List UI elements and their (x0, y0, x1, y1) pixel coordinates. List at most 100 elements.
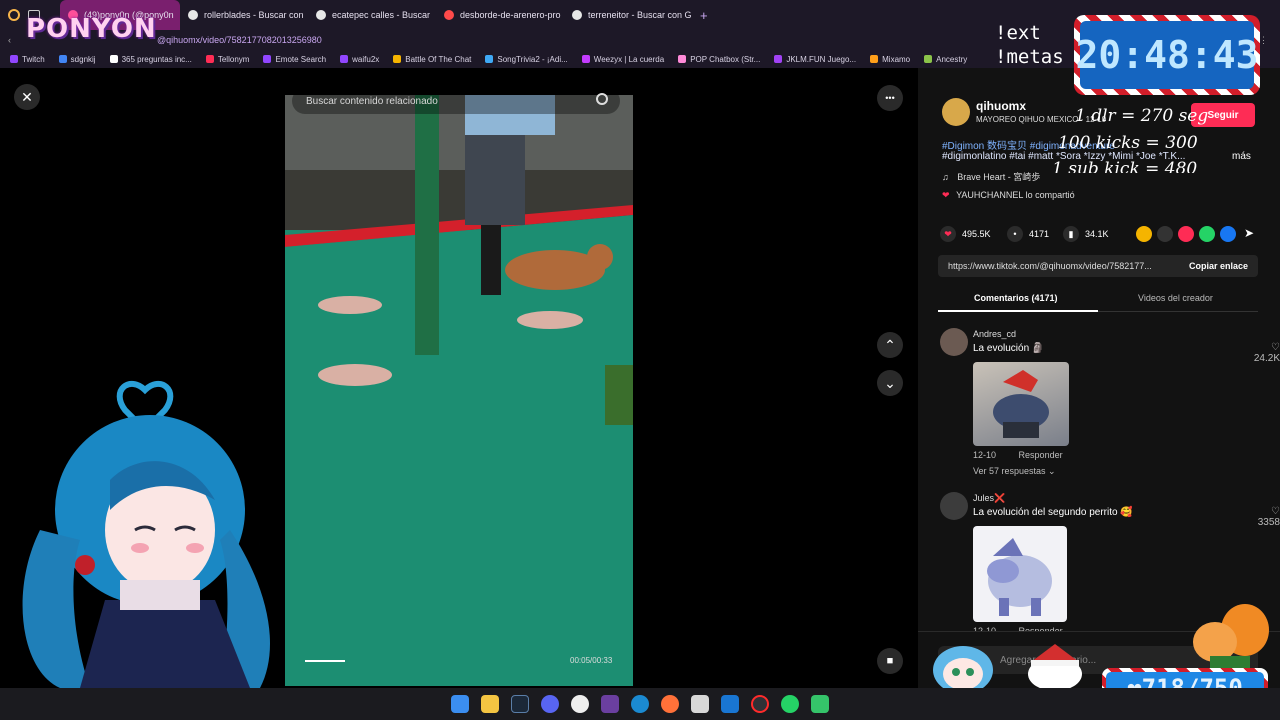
video-frame (285, 95, 633, 686)
bookmark-label: Twitch (22, 54, 45, 64)
tab-creator-videos[interactable]: Videos del creador (1138, 293, 1213, 303)
tab-ecatepec[interactable]: ecatepec calles - Buscar (308, 0, 436, 30)
creator-avatar[interactable] (942, 98, 970, 126)
close-button[interactable]: ✕ (14, 84, 40, 110)
search-icon[interactable] (596, 93, 608, 105)
whatsapp-icon[interactable] (1199, 226, 1215, 242)
related-search-input[interactable]: Buscar contenido relacionado (292, 88, 620, 114)
view-replies-link[interactable]: Ver 57 respuestas ⌄ (973, 466, 1056, 477)
video-player[interactable] (285, 95, 633, 686)
video-link[interactable]: https://www.tiktok.com/@qihuomx/video/75… (948, 261, 1152, 271)
whatsapp-taskbar-icon[interactable] (781, 695, 799, 713)
volume-button[interactable]: ■ (877, 648, 903, 674)
tab-rollerblades[interactable]: rollerblades - Buscar con (180, 0, 308, 30)
app-icon[interactable] (811, 695, 829, 713)
copy-link-button[interactable]: Copiar enlace (1189, 261, 1248, 271)
app-icon[interactable] (691, 695, 709, 713)
shared-text: YAUHCHANNEL lo compartió (956, 190, 1075, 200)
file-explorer-icon[interactable] (481, 695, 499, 713)
active-tab-indicator (938, 310, 1098, 312)
bookmark-label: Emote Search (275, 54, 327, 64)
bookmark-icon (109, 55, 118, 63)
google-icon (572, 10, 582, 20)
share-coin-icon[interactable] (1136, 226, 1152, 242)
bookmark-item[interactable]: Mixamo (870, 55, 910, 64)
send-icon[interactable] (1178, 226, 1194, 242)
more-options-button[interactable]: ••• (877, 85, 903, 111)
tab-terreneitor[interactable]: terreneitor - Buscar con G (564, 0, 692, 30)
garurumon-image (987, 538, 1052, 616)
goal-line-2: 100 kicks = 300 (1058, 133, 1198, 153)
bookmark-item[interactable]: SongTrivia2 - ¡Adi... (485, 54, 568, 64)
chatgpt-icon[interactable] (571, 695, 589, 713)
menu-icon[interactable] (8, 9, 20, 21)
bookmark-label: SongTrivia2 - ¡Adi... (497, 54, 568, 64)
commenter-avatar[interactable] (940, 492, 968, 520)
firefox-icon[interactable] (661, 695, 679, 713)
comment-meta: 12-10 Responder (973, 450, 1063, 460)
like-stat[interactable]: ❤ 495.5K (940, 226, 991, 242)
vs-icon[interactable] (721, 695, 739, 713)
shared-row: ❤ YAUHCHANNEL lo compartió (942, 190, 1075, 201)
site-icon (444, 10, 454, 20)
commenter-avatar[interactable] (940, 328, 968, 356)
music-row[interactable]: ♫ Brave Heart - 宮崎歩 (942, 170, 1040, 183)
bookmark-item[interactable]: sdgnkij (58, 55, 96, 64)
bookmark-item[interactable]: Tellonym (205, 54, 250, 64)
back-icon[interactable]: ‹ (0, 35, 19, 45)
comment-like[interactable]: ♡ 24.2K (1240, 342, 1280, 364)
bookmark-item[interactable]: Weezyx | La cuerda (581, 55, 664, 64)
more-icon: ••• (885, 93, 895, 103)
bookmark-icon (678, 55, 687, 63)
comment-icon: • (1007, 226, 1023, 242)
bookmark-icon (581, 55, 590, 63)
bookmark-item[interactable]: Twitch (10, 55, 45, 64)
bookmark-item[interactable]: 365 preguntas inc... (109, 55, 192, 64)
bookmark-label: Ancestry (936, 54, 968, 64)
goal-line-1: 1 dlr = 270 seg (1075, 106, 1209, 126)
start-icon[interactable] (451, 695, 469, 713)
comment-image[interactable] (973, 526, 1067, 622)
recording-app-icon[interactable] (751, 695, 769, 713)
comment-text: La evolución 🗿 (973, 343, 1045, 354)
bookmark-item[interactable]: Battle Of The Chat (393, 55, 471, 64)
kebab-menu-icon[interactable]: ⋮ (1259, 35, 1268, 46)
goal-line-3: 1 sub kick = 480 (1052, 159, 1198, 173)
comment-user[interactable]: Jules❌ (973, 493, 1005, 504)
share-arrow-icon[interactable]: ➤ (1244, 226, 1254, 240)
discord-icon[interactable] (541, 695, 559, 713)
save-count: 34.1K (1085, 229, 1109, 239)
comment-user[interactable]: Andres_cd (973, 329, 1016, 339)
obs-icon[interactable] (601, 695, 619, 713)
edge-icon[interactable] (631, 695, 649, 713)
plus-icon: + (700, 7, 708, 23)
embed-icon[interactable] (1157, 226, 1173, 242)
comment-like[interactable]: ♡ 3358 (1240, 506, 1280, 528)
chevron-up-icon: ⌃ (884, 336, 896, 353)
bookmark-item[interactable]: waifu2x (340, 55, 379, 64)
comment-stat[interactable]: • 4171 (1007, 226, 1049, 242)
squirrel-sticker (1193, 604, 1269, 668)
tab-desborde[interactable]: desborde-de-arenero-pro (436, 0, 564, 30)
more-link[interactable]: más (1232, 151, 1251, 162)
bookmark-icon (924, 55, 933, 63)
new-tab-button[interactable]: + (692, 0, 716, 30)
facebook-icon[interactable] (1220, 226, 1236, 242)
bookmark-item[interactable]: POP Chatbox (Str... (678, 55, 760, 64)
bookmark-item[interactable]: Emote Search (263, 55, 326, 64)
comment-like-count: 24.2K (1253, 353, 1280, 364)
heart-outline-icon: ♡ (1271, 506, 1280, 517)
bookmark-label: Tellonym (217, 54, 250, 64)
bookmark-item[interactable]: Ancestry (924, 55, 967, 64)
steam-icon[interactable] (511, 695, 529, 713)
comment-date: 12-10 (973, 450, 997, 460)
previous-video-button[interactable]: ⌃ (877, 332, 903, 358)
bookmark-item[interactable]: JKLM.FUN Juego... (774, 55, 856, 64)
comment-image[interactable] (973, 362, 1069, 446)
save-stat[interactable]: ▮ 34.1K (1063, 226, 1109, 242)
next-video-button[interactable]: ⌄ (877, 370, 903, 396)
reply-button[interactable]: Responder (1019, 450, 1063, 460)
tab-comments[interactable]: Comentarios (4171) (974, 293, 1058, 303)
creator-username[interactable]: qihuomx (976, 99, 1026, 113)
like-count: 495.5K (962, 229, 991, 239)
